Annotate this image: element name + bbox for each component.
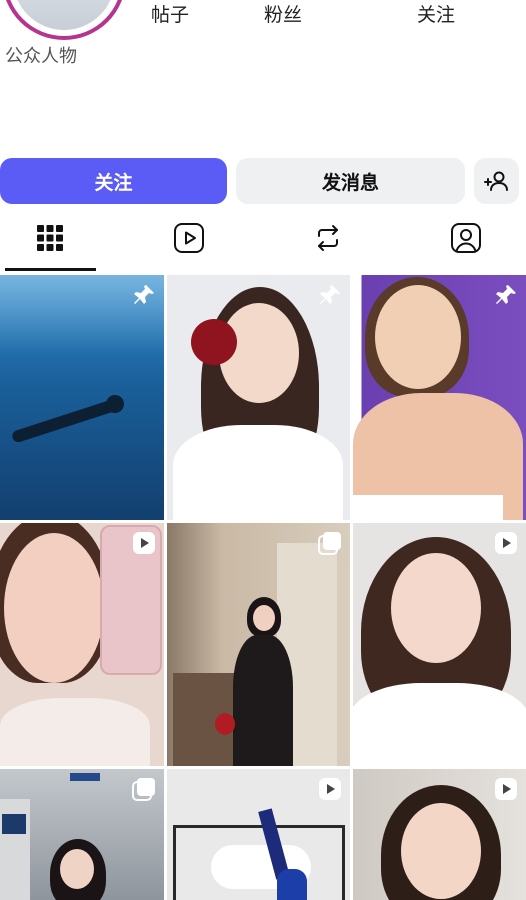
profile-category: 公众人物 <box>5 46 77 67</box>
add-user-button[interactable] <box>474 158 519 204</box>
post-thumbnail[interactable] <box>0 523 164 766</box>
carousel-icon <box>318 531 342 555</box>
reel-icon <box>494 531 518 555</box>
reel-icon <box>494 777 518 801</box>
active-tab-indicator <box>5 268 96 271</box>
tagged-icon <box>451 223 481 253</box>
post-thumbnail[interactable] <box>353 275 526 520</box>
pin-icon <box>132 283 156 307</box>
tab-tagged[interactable] <box>444 218 488 258</box>
following-stat-label[interactable]: 关注 <box>417 0 455 27</box>
post-thumbnail[interactable] <box>353 769 526 900</box>
person-plus-icon <box>483 171 508 191</box>
post-thumbnail[interactable] <box>0 275 164 520</box>
fans-stat-label[interactable]: 粉丝 <box>264 0 302 27</box>
posts-stat-label[interactable]: 帖子 <box>151 0 189 27</box>
pin-icon <box>494 283 518 307</box>
post-thumbnail[interactable] <box>167 275 350 520</box>
follow-button[interactable]: 关注 <box>0 158 227 204</box>
reels-icon <box>174 223 204 253</box>
carousel-icon <box>132 777 156 801</box>
repost-icon <box>318 225 338 251</box>
grid-icon <box>37 225 63 251</box>
reel-icon <box>318 777 342 801</box>
tab-grid[interactable] <box>28 218 72 258</box>
post-thumbnail[interactable] <box>167 523 350 766</box>
message-button[interactable]: 发消息 <box>236 158 465 204</box>
post-thumbnail[interactable] <box>353 523 526 766</box>
reel-icon <box>132 531 156 555</box>
avatar[interactable] <box>2 0 126 40</box>
post-thumbnail[interactable] <box>167 769 350 900</box>
pin-icon <box>318 283 342 307</box>
avatar-image <box>13 0 115 30</box>
post-thumbnail[interactable] <box>0 769 164 900</box>
tab-reposts[interactable] <box>306 218 350 258</box>
tab-reels[interactable] <box>167 218 211 258</box>
